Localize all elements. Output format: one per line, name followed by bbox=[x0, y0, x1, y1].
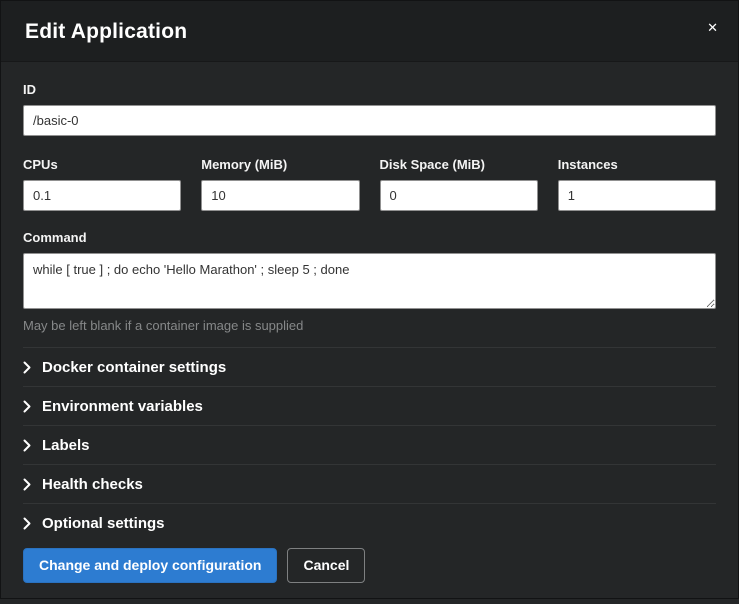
modal-header: Edit Application ✕ bbox=[1, 1, 738, 62]
cpus-field-group: CPUs bbox=[23, 157, 181, 211]
instances-label: Instances bbox=[558, 157, 716, 172]
chevron-right-icon bbox=[23, 361, 31, 374]
modal-title: Edit Application bbox=[25, 20, 714, 44]
section-optional-settings[interactable]: Optional settings bbox=[23, 503, 716, 542]
command-field-group: Command while [ true ] ; do echo 'Hello … bbox=[23, 230, 716, 333]
instances-input[interactable] bbox=[558, 180, 716, 211]
section-label: Environment variables bbox=[42, 398, 203, 415]
modal-footer: Change and deploy configuration Cancel bbox=[1, 542, 738, 604]
collapsible-sections: Docker container settings Environment va… bbox=[23, 347, 716, 542]
id-field-group: ID bbox=[23, 82, 716, 136]
section-docker-container-settings[interactable]: Docker container settings bbox=[23, 347, 716, 386]
cpus-input[interactable] bbox=[23, 180, 181, 211]
edit-application-modal: Edit Application ✕ ID CPUs Memory (MiB) … bbox=[0, 0, 739, 599]
section-label: Optional settings bbox=[42, 515, 165, 532]
change-and-deploy-button[interactable]: Change and deploy configuration bbox=[23, 548, 277, 583]
command-label: Command bbox=[23, 230, 716, 245]
chevron-right-icon bbox=[23, 517, 31, 530]
disk-input[interactable] bbox=[380, 180, 538, 211]
command-textarea[interactable]: while [ true ] ; do echo 'Hello Marathon… bbox=[23, 253, 716, 309]
cancel-button[interactable]: Cancel bbox=[287, 548, 365, 583]
section-label: Health checks bbox=[42, 476, 143, 493]
instances-field-group: Instances bbox=[558, 157, 716, 211]
disk-label: Disk Space (MiB) bbox=[380, 157, 538, 172]
cpus-label: CPUs bbox=[23, 157, 181, 172]
section-label: Docker container settings bbox=[42, 359, 226, 376]
chevron-right-icon bbox=[23, 439, 31, 452]
chevron-right-icon bbox=[23, 400, 31, 413]
memory-input[interactable] bbox=[201, 180, 359, 211]
section-environment-variables[interactable]: Environment variables bbox=[23, 386, 716, 425]
section-label: Labels bbox=[42, 437, 90, 454]
disk-field-group: Disk Space (MiB) bbox=[380, 157, 538, 211]
id-label: ID bbox=[23, 82, 716, 97]
command-help-text: May be left blank if a container image i… bbox=[23, 318, 716, 333]
resources-row: CPUs Memory (MiB) Disk Space (MiB) Insta… bbox=[23, 157, 716, 211]
id-input[interactable] bbox=[23, 105, 716, 136]
section-labels[interactable]: Labels bbox=[23, 425, 716, 464]
memory-field-group: Memory (MiB) bbox=[201, 157, 359, 211]
section-health-checks[interactable]: Health checks bbox=[23, 464, 716, 503]
close-icon[interactable]: ✕ bbox=[703, 17, 722, 38]
modal-body: ID CPUs Memory (MiB) Disk Space (MiB) In… bbox=[1, 62, 738, 542]
memory-label: Memory (MiB) bbox=[201, 157, 359, 172]
chevron-right-icon bbox=[23, 478, 31, 491]
